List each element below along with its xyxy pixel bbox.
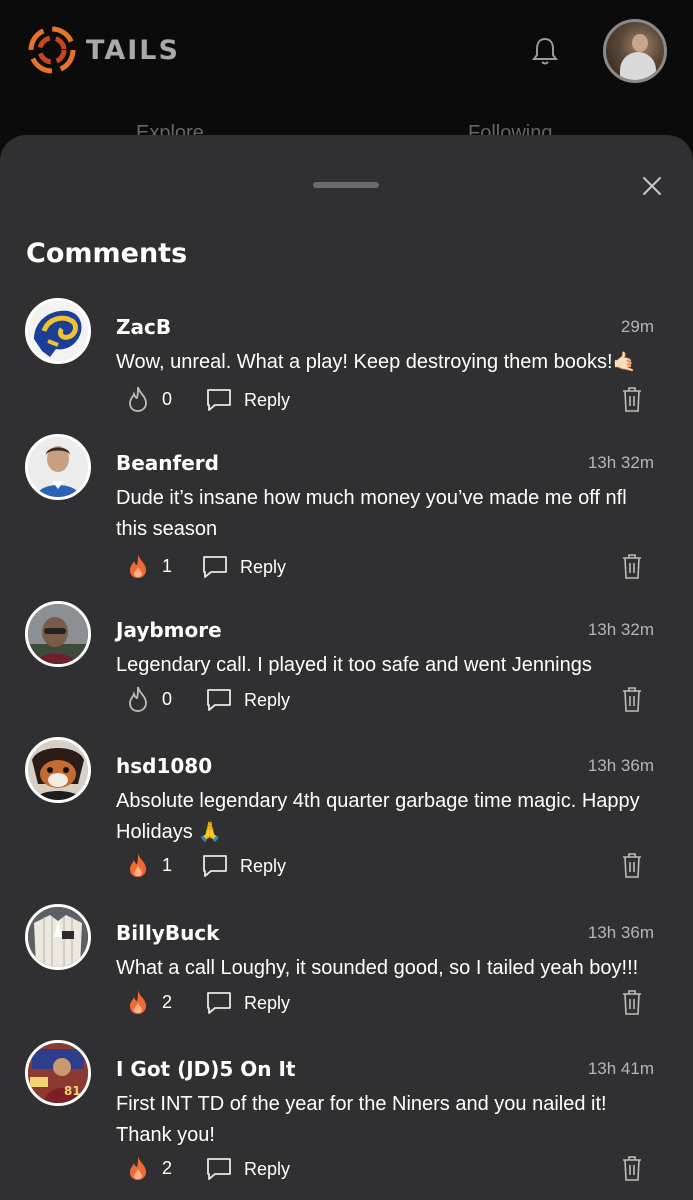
reply-bubble-icon xyxy=(203,855,227,877)
fire-reaction-icon[interactable] xyxy=(126,852,150,878)
fire-count: 0 xyxy=(162,389,173,409)
comments-sheet: Comments ZacB 29m Wow, unreal. What a pl… xyxy=(0,135,693,1200)
comment-text: Absolute legendary 4th quarter garbage t… xyxy=(116,786,646,848)
trash-icon[interactable] xyxy=(622,852,642,878)
fire-count: 2 xyxy=(162,1158,173,1178)
svg-text:81: 81 xyxy=(64,1084,81,1098)
fire-count: 1 xyxy=(162,855,173,875)
reply-button[interactable]: Reply xyxy=(202,850,286,882)
profile-avatar[interactable] xyxy=(603,19,667,83)
reply-label: Reply xyxy=(244,1158,291,1179)
close-icon[interactable] xyxy=(637,171,667,201)
comment-body: Dude it’s insane how much money you’ve m… xyxy=(116,487,627,540)
reply-label: Reply xyxy=(240,855,287,876)
comment-body: Wow, unreal. What a play! Keep destroyin… xyxy=(116,351,613,373)
profile-body-shape xyxy=(620,52,656,80)
comment-actions: 0 Reply xyxy=(116,684,656,716)
player-photo-icon xyxy=(28,437,88,497)
comment-actions: 0 Reply xyxy=(116,384,656,416)
comment-username[interactable]: I Got (JD)5 On It xyxy=(116,1057,296,1081)
trash-icon[interactable] xyxy=(622,553,642,579)
avatar[interactable]: 81 xyxy=(25,1040,91,1106)
comment-actions: 2 Reply xyxy=(116,1153,656,1185)
selfie-photo-icon xyxy=(28,604,88,664)
fire-reaction-icon[interactable] xyxy=(126,1155,150,1181)
reply-bubble-icon xyxy=(207,389,231,411)
reply-label: Reply xyxy=(244,389,291,410)
comment-emoji: 🤙🏻 xyxy=(612,352,637,373)
comment-text: What a call Loughy, it sounded good, so … xyxy=(116,953,646,984)
comment-username[interactable]: ZacB xyxy=(116,315,171,339)
comment-text: Legendary call. I played it too safe and… xyxy=(116,650,646,681)
reply-button[interactable]: Reply xyxy=(206,987,290,1019)
comment-actions: 1 Reply xyxy=(116,551,656,583)
reply-button[interactable]: Reply xyxy=(206,1153,290,1185)
comment-actions: 2 Reply xyxy=(116,987,656,1019)
trash-icon[interactable] xyxy=(622,686,642,712)
avatar[interactable] xyxy=(25,601,91,667)
rams-logo-icon xyxy=(28,301,88,361)
comment-username[interactable]: Jaybmore xyxy=(116,618,222,642)
comment-text: Dude it’s insane how much money you’ve m… xyxy=(116,483,646,545)
comment-text: Wow, unreal. What a play! Keep destroyin… xyxy=(116,347,646,378)
logo-wordmark: TAILS xyxy=(86,34,180,66)
comment-body: Legendary call. I played it too safe and… xyxy=(116,654,592,676)
comment-timestamp: 13h 36m xyxy=(587,756,654,775)
cartoon-avatar-icon xyxy=(28,740,88,800)
comment-emoji: 🙏 xyxy=(198,822,222,843)
top-app-bar: TAILS xyxy=(0,0,693,135)
comment-timestamp: 13h 32m xyxy=(587,620,654,639)
sheet-title: Comments xyxy=(26,238,188,269)
fire-count: 1 xyxy=(162,556,173,576)
sheet-drag-handle[interactable] xyxy=(313,182,379,188)
comment-text: First INT TD of the year for the Niners … xyxy=(116,1089,646,1151)
avatar[interactable] xyxy=(25,298,91,364)
avatar[interactable] xyxy=(25,904,91,970)
tails-logo-icon xyxy=(28,26,76,74)
jersey-photo-icon xyxy=(28,907,88,967)
trash-icon[interactable] xyxy=(622,386,642,412)
avatar[interactable] xyxy=(25,434,91,500)
avatar[interactable] xyxy=(25,737,91,803)
reply-bubble-icon xyxy=(207,1158,231,1180)
comment-timestamp: 29m xyxy=(620,317,654,336)
fire-reaction-icon[interactable] xyxy=(126,553,150,579)
fire-count: 2 xyxy=(162,992,173,1012)
notification-bell-icon[interactable] xyxy=(531,36,559,66)
comment-username[interactable]: hsd1080 xyxy=(116,754,212,778)
fire-reaction-icon[interactable] xyxy=(126,989,150,1015)
reply-bubble-icon xyxy=(207,689,231,711)
reply-bubble-icon xyxy=(203,556,227,578)
comment-timestamp: 13h 41m xyxy=(587,1059,654,1078)
trash-icon[interactable] xyxy=(622,1155,642,1181)
reply-label: Reply xyxy=(240,556,287,577)
reply-label: Reply xyxy=(244,689,291,710)
comment-body: What a call Loughy, it sounded good, so … xyxy=(116,957,639,979)
tails-logo[interactable]: TAILS xyxy=(28,26,180,74)
fire-reaction-icon[interactable] xyxy=(126,686,150,712)
reply-bubble-icon xyxy=(207,992,231,1014)
reply-button[interactable]: Reply xyxy=(202,551,286,583)
comment-body: Absolute legendary 4th quarter garbage t… xyxy=(116,790,640,843)
profile-head-shape xyxy=(632,34,648,52)
fire-count: 0 xyxy=(162,689,173,709)
trash-icon[interactable] xyxy=(622,989,642,1015)
comment-timestamp: 13h 32m xyxy=(587,453,654,472)
football-card-icon: 81 xyxy=(28,1043,88,1103)
comment-timestamp: 13h 36m xyxy=(587,923,654,942)
reply-label: Reply xyxy=(244,992,291,1013)
reply-button[interactable]: Reply xyxy=(206,684,290,716)
fire-reaction-icon[interactable] xyxy=(126,386,150,412)
comment-actions: 1 Reply xyxy=(116,850,656,882)
comment-username[interactable]: BillyBuck xyxy=(116,921,220,945)
comment-body: First INT TD of the year for the Niners … xyxy=(116,1093,607,1146)
comment-username[interactable]: Beanferd xyxy=(116,451,219,475)
reply-button[interactable]: Reply xyxy=(206,384,290,416)
